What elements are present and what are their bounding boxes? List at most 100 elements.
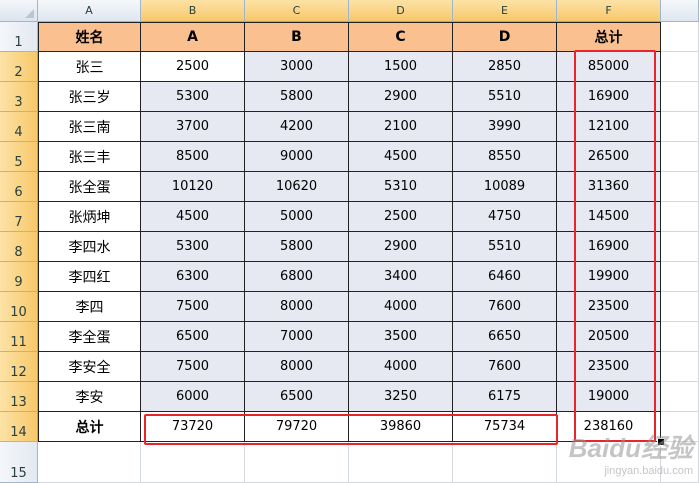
value-cell[interactable]: 3500 [349,322,453,352]
value-cell[interactable]: 6460 [453,262,557,292]
value-cell[interactable]: 14500 [557,202,661,232]
value-cell[interactable]: 20500 [557,322,661,352]
value-cell[interactable]: 12100 [557,112,661,142]
row-header-10[interactable]: 10 [0,292,38,322]
value-cell[interactable]: 2500 [349,202,453,232]
value-cell[interactable]: 8500 [141,142,245,172]
value-cell[interactable]: 16900 [557,232,661,262]
value-cell[interactable]: 2850 [453,52,557,82]
value-cell[interactable]: 23500 [557,352,661,382]
value-cell[interactable]: 10089 [453,172,557,202]
value-cell[interactable]: 7500 [141,352,245,382]
value-cell[interactable]: 4000 [349,292,453,322]
value-cell[interactable]: 3000 [245,52,349,82]
row-header-6[interactable]: 6 [0,172,38,202]
name-cell[interactable]: 张炳坤 [38,202,141,232]
row-header-5[interactable]: 5 [0,142,38,172]
value-cell[interactable]: 5510 [453,232,557,262]
row-header-11[interactable]: 11 [0,322,38,352]
name-cell[interactable]: 张三南 [38,112,141,142]
value-cell[interactable]: 4200 [245,112,349,142]
name-cell[interactable]: 李四红 [38,262,141,292]
value-cell[interactable]: 2100 [349,112,453,142]
column-header-C[interactable]: C [245,0,349,22]
row-header-3[interactable]: 3 [0,82,38,112]
row-header-13[interactable]: 13 [0,382,38,412]
header-cell[interactable]: B [245,22,349,52]
row-header-15[interactable]: 15 [0,442,38,483]
value-cell[interactable]: 9000 [245,142,349,172]
total-cell[interactable]: 75734 [453,412,557,442]
row-header-2[interactable]: 2 [0,52,38,82]
value-cell[interactable]: 6650 [453,322,557,352]
row-header-8[interactable]: 8 [0,232,38,262]
column-header-B[interactable]: B [141,0,245,22]
value-cell[interactable]: 3250 [349,382,453,412]
value-cell[interactable]: 19000 [557,382,661,412]
name-cell[interactable]: 李全蛋 [38,322,141,352]
row-header-9[interactable]: 9 [0,262,38,292]
value-cell[interactable]: 23500 [557,292,661,322]
total-cell[interactable]: 238160 [557,412,661,442]
name-cell[interactable]: 张三岁 [38,82,141,112]
header-cell[interactable]: D [453,22,557,52]
header-cell[interactable]: C [349,22,453,52]
value-cell[interactable]: 7500 [141,292,245,322]
value-cell[interactable]: 10120 [141,172,245,202]
row-header-4[interactable]: 4 [0,112,38,142]
value-cell[interactable]: 5300 [141,232,245,262]
header-cell[interactable]: 姓名 [38,22,141,52]
value-cell[interactable]: 6500 [141,322,245,352]
value-cell[interactable]: 6175 [453,382,557,412]
value-cell[interactable]: 6000 [141,382,245,412]
value-cell[interactable]: 8000 [245,352,349,382]
value-cell[interactable]: 4750 [453,202,557,232]
value-cell[interactable]: 3400 [349,262,453,292]
column-header-blank[interactable] [661,0,699,22]
value-cell[interactable]: 16900 [557,82,661,112]
column-header-E[interactable]: E [453,0,557,22]
column-header-F[interactable]: F [557,0,661,22]
header-cell[interactable]: A [141,22,245,52]
name-cell[interactable]: 张三 [38,52,141,82]
name-cell[interactable]: 李四 [38,292,141,322]
value-cell[interactable]: 5310 [349,172,453,202]
value-cell[interactable]: 5000 [245,202,349,232]
value-cell[interactable]: 10620 [245,172,349,202]
total-cell[interactable]: 73720 [141,412,245,442]
name-cell[interactable]: 李四水 [38,232,141,262]
value-cell[interactable]: 2500 [141,52,245,82]
value-cell[interactable]: 4000 [349,352,453,382]
value-cell[interactable]: 2900 [349,232,453,262]
total-cell[interactable]: 79720 [245,412,349,442]
fill-handle[interactable] [657,438,665,446]
row-header-1[interactable]: 1 [0,22,38,52]
value-cell[interactable]: 6800 [245,262,349,292]
value-cell[interactable]: 6500 [245,382,349,412]
value-cell[interactable]: 3700 [141,112,245,142]
value-cell[interactable]: 6300 [141,262,245,292]
row-header-12[interactable]: 12 [0,352,38,382]
name-cell[interactable]: 李安全 [38,352,141,382]
value-cell[interactable]: 31360 [557,172,661,202]
value-cell[interactable]: 5510 [453,82,557,112]
value-cell[interactable]: 7600 [453,292,557,322]
value-cell[interactable]: 8550 [453,142,557,172]
name-cell[interactable]: 李安 [38,382,141,412]
value-cell[interactable]: 1500 [349,52,453,82]
name-cell[interactable]: 张三丰 [38,142,141,172]
select-all-corner[interactable] [0,0,38,22]
value-cell[interactable]: 3990 [453,112,557,142]
row-header-7[interactable]: 7 [0,202,38,232]
header-cell[interactable]: 总计 [557,22,661,52]
total-label-cell[interactable]: 总计 [38,412,141,442]
value-cell[interactable]: 19900 [557,262,661,292]
value-cell[interactable]: 4500 [141,202,245,232]
value-cell[interactable]: 85000 [557,52,661,82]
value-cell[interactable]: 26500 [557,142,661,172]
value-cell[interactable]: 2900 [349,82,453,112]
total-cell[interactable]: 39860 [349,412,453,442]
value-cell[interactable]: 5300 [141,82,245,112]
value-cell[interactable]: 7600 [453,352,557,382]
value-cell[interactable]: 8000 [245,292,349,322]
